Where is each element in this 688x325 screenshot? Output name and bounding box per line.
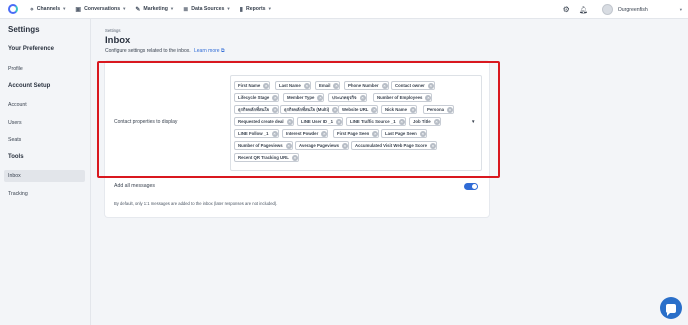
add-all-messages-label: Add all messages — [114, 183, 155, 189]
support-chat-button[interactable] — [660, 297, 682, 319]
chat-icon: ▣ — [75, 6, 82, 13]
chevron-down-icon: ▾ — [170, 6, 174, 11]
nav-conversations[interactable]: ▣ Conversations ▾ — [75, 6, 125, 13]
database-icon: ≣ — [183, 6, 189, 13]
sidebar-header-your-preference: Your Preference — [8, 46, 54, 52]
nav-label: Conversations — [84, 6, 121, 12]
app-logo[interactable] — [8, 4, 18, 14]
learn-more-link[interactable]: Learn more — [194, 48, 220, 54]
nav-channels[interactable]: ⋄ Channels ▾ — [30, 6, 65, 13]
nav-label: Marketing — [143, 6, 168, 12]
gear-icon[interactable]: ⚙ — [563, 5, 570, 14]
highlight-box — [97, 61, 500, 178]
external-link-icon[interactable]: ⧉ — [221, 48, 225, 54]
chevron-down-icon: ▾ — [268, 6, 271, 11]
sidebar-title: Settings — [8, 25, 40, 34]
chart-icon: ▮ — [239, 6, 243, 13]
nav-label: Channels — [36, 6, 61, 12]
chevron-down-icon: ▾ — [63, 6, 66, 11]
add-all-messages-note: By default, only 1:1 messages are added … — [114, 201, 278, 206]
page-subtitle: Configure settings related to the inbox.… — [105, 48, 225, 54]
sidebar-header-account-setup: Account Setup — [8, 83, 51, 89]
user-name[interactable]: Ourgreenfish — [618, 7, 648, 13]
chevron-down-icon: ▾ — [123, 6, 126, 11]
avatar[interactable] — [601, 4, 613, 15]
breadcrumb[interactable]: Settings — [105, 28, 121, 33]
chat-icon — [666, 303, 676, 316]
nav-marketing[interactable]: ✎ Marketing ▾ — [135, 6, 173, 13]
nav-data-sources[interactable]: ≣ Data Sources ▾ — [183, 6, 229, 13]
add-all-messages-toggle[interactable] — [464, 183, 478, 190]
nav-label: Reports — [245, 6, 266, 12]
megaphone-icon: ✎ — [135, 6, 141, 13]
chevron-down-icon[interactable]: ▾ — [680, 7, 682, 13]
top-navigation: ⋄ Channels ▾ ▣ Conversations ▾ ✎ Marketi… — [0, 0, 688, 19]
sidebar-item-tracking[interactable]: Tracking — [8, 191, 28, 197]
bell-icon[interactable]: 🔔︎ — [579, 6, 588, 14]
share-icon: ⋄ — [30, 6, 34, 13]
sidebar-item-profile[interactable]: Profile — [8, 66, 23, 72]
sidebar-header-tools: Tools — [8, 154, 24, 160]
page-title: Inbox — [105, 35, 131, 46]
nav-right-group: ⚙ 🔔︎ Ourgreenfish ▾ — [563, 0, 688, 19]
subtitle-text: Configure settings related to the inbox. — [105, 48, 191, 54]
sidebar-item-account[interactable]: Account — [8, 102, 27, 108]
nav-reports[interactable]: ▮ Reports ▾ — [240, 6, 271, 13]
sidebar-item-inbox[interactable]: Inbox — [8, 173, 21, 179]
sidebar-item-users[interactable]: Users — [8, 120, 22, 126]
chevron-down-icon: ▾ — [227, 6, 230, 11]
nav-label: Data Sources — [191, 6, 225, 12]
sidebar-item-seats[interactable]: Seats — [8, 137, 21, 143]
